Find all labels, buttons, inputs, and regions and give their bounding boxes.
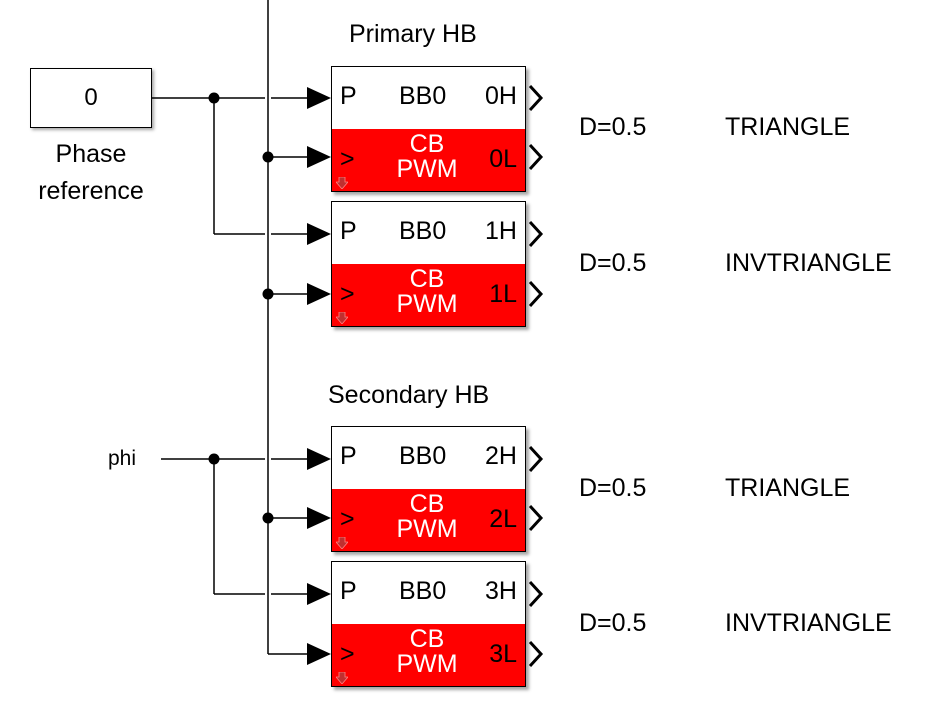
pwm-block-top: P BB0 1H [332,202,525,264]
input-arrowheads [307,87,331,665]
type-line: PWM [396,515,458,543]
output-port-0H-icon [528,84,544,112]
phi-label: phi [108,447,137,470]
input-p-label: P [340,442,357,470]
pwm-block-1[interactable]: P BB0 1H > CB PWM 1L [331,201,526,327]
junction-dot [262,288,274,300]
output-port-1L-icon [528,280,544,308]
block-type-label: CB PWM [372,132,482,182]
output-port-3L-icon [528,640,544,668]
down-arrow-icon [336,672,348,684]
pwm-block-2[interactable]: P BB0 2H > CB PWM 2L [331,426,526,552]
arrowhead-icon [307,87,331,109]
output-l-label: 1L [489,280,517,308]
input-clock-label: > [340,145,355,173]
board-label: BB0 [399,577,447,605]
pwm-block-3[interactable]: P BB0 3H > CB PWM 3L [331,561,526,687]
arrowhead-icon [307,223,331,245]
down-arrow-icon [336,177,348,189]
board-label: BB0 [399,217,447,245]
junction-dot [208,453,220,465]
type-line: CB [409,490,445,518]
output-ports [528,84,544,668]
duty-annotation-0: D=0.5 [579,113,647,141]
type-line: CB [409,130,445,158]
input-p-label: P [340,217,357,245]
output-h-label: 3H [485,577,517,605]
junction-dot [262,512,274,524]
pwm-block-top: P BB0 0H [332,67,525,129]
input-p-label: P [340,82,357,110]
label-line: Phase [55,140,127,168]
pwm-block-bottom: > CB PWM 1L [332,264,525,326]
arrowhead-icon [307,448,331,470]
input-clock-label: > [340,505,355,533]
down-arrow-icon [336,312,348,324]
pwm-block-0[interactable]: P BB0 0H > CB PWM 0L [331,66,526,192]
block-type-label: CB PWM [372,627,482,677]
output-port-1H-icon [528,220,544,248]
pwm-block-bottom: > CB PWM 2L [332,489,525,551]
arrowhead-icon [307,507,331,529]
type-line: PWM [396,290,458,318]
arrowhead-icon [307,283,331,305]
input-p-label: P [340,577,357,605]
down-arrow-icon [336,537,348,549]
output-port-2H-icon [528,445,544,473]
carrier-annotation-1: INVTRIANGLE [725,249,892,277]
type-line: CB [409,265,445,293]
block-type-label: CB PWM [372,492,482,542]
duty-annotation-3: D=0.5 [579,609,647,637]
carrier-annotation-0: TRIANGLE [725,113,851,141]
output-l-label: 2L [489,505,517,533]
block-type-label: CB PWM [372,267,482,317]
type-line: PWM [396,650,458,678]
pwm-block-top: P BB0 3H [332,562,525,624]
board-label: BB0 [399,442,447,470]
label-line: reference [38,177,144,205]
output-l-label: 3L [489,640,517,668]
carrier-annotation-3: INVTRIANGLE [725,609,892,637]
output-port-0L-icon [528,143,544,171]
junction-dot [262,151,274,163]
phase-reference-constant-block[interactable]: 0 [30,68,152,128]
duty-annotation-1: D=0.5 [579,249,647,277]
output-h-label: 0H [485,82,517,110]
constant-value: 0 [84,84,98,111]
output-port-2L-icon [528,504,544,532]
junction-dot [208,92,220,104]
pwm-block-bottom: > CB PWM 0L [332,129,525,191]
output-port-3H-icon [528,580,544,608]
output-h-label: 1H [485,217,517,245]
output-l-label: 0L [489,145,517,173]
phase-reference-label: Phase reference [20,136,162,210]
pwm-block-bottom: > CB PWM 3L [332,624,525,686]
type-line: CB [409,625,445,653]
board-label: BB0 [399,82,447,110]
group-title-primary: Primary HB [349,20,477,48]
arrowhead-icon [307,643,331,665]
carrier-annotation-2: TRIANGLE [725,474,851,502]
group-title-secondary: Secondary HB [328,381,490,409]
arrowhead-icon [307,583,331,605]
duty-annotation-2: D=0.5 [579,474,647,502]
arrowhead-icon [307,146,331,168]
input-clock-label: > [340,280,355,308]
input-clock-label: > [340,640,355,668]
pwm-block-top: P BB0 2H [332,427,525,489]
output-h-label: 2H [485,442,517,470]
type-line: PWM [396,155,458,183]
